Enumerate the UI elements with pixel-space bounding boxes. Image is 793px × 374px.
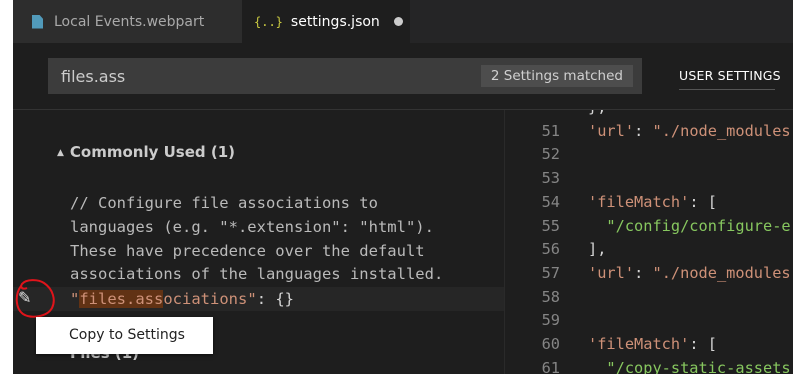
match-count-badge: 2 Settings matched xyxy=(480,65,633,87)
code-line: 60 'fileMatch': [ xyxy=(505,332,793,356)
user-settings-tab[interactable]: USER SETTINGS xyxy=(679,68,781,83)
tab-label: Local Events.webpart xyxy=(54,13,205,30)
setting-key-rest: ociations xyxy=(163,290,248,308)
code-line: 52 xyxy=(505,142,793,166)
description-line: These have precedence over the default xyxy=(70,241,425,260)
code-string: "/config/configure-e xyxy=(606,216,791,235)
setting-files-associations[interactable]: "files.associations": {} xyxy=(70,288,294,311)
context-menu-copy-to-settings[interactable]: Copy to Settings xyxy=(36,317,213,354)
search-box[interactable]: 2 Settings matched xyxy=(48,58,642,94)
code-key: 'fileMatch' xyxy=(588,192,690,211)
red-circle-annotation xyxy=(15,279,55,318)
code-punct xyxy=(588,359,606,374)
code-text: }, xyxy=(588,110,606,119)
code-punct: : xyxy=(634,263,653,282)
code-punct: : [ xyxy=(689,335,717,353)
quote: " xyxy=(70,290,80,308)
code-punct xyxy=(588,217,606,235)
code-punct: : [ xyxy=(689,192,717,211)
line-number: 52 xyxy=(541,145,560,164)
code-text: 'fileMatch': [ xyxy=(588,190,717,214)
line-number: 55 xyxy=(541,216,560,235)
code-line: 53 xyxy=(505,166,793,190)
line-number: 56 xyxy=(541,240,560,259)
line-number: 54 xyxy=(541,192,560,211)
setting-description: // Configure file associations to languag… xyxy=(70,192,490,287)
code-text: 'url': "./node_modules xyxy=(588,119,791,143)
code-string: "./node_modules xyxy=(652,121,791,140)
tab-bar: Local Events.webpart {..} settings.json xyxy=(13,0,793,43)
line-number: 61 xyxy=(541,358,560,374)
menu-item-label: Copy to Settings xyxy=(69,327,185,343)
json-braces-icon: {..} xyxy=(254,14,283,29)
line-number: 59 xyxy=(541,311,560,330)
code-string: "./node_modules xyxy=(652,263,791,282)
tab-settings-json[interactable]: {..} settings.json xyxy=(242,0,410,43)
line-number: 53 xyxy=(541,169,560,188)
code-key: 'url' xyxy=(588,263,635,282)
code-line: 51 'url': "./node_modules xyxy=(505,119,793,143)
code-text: 'fileMatch': [ xyxy=(588,332,717,356)
code-line: 55 "/config/configure-e xyxy=(505,214,793,238)
tab-label: settings.json xyxy=(290,13,380,30)
description-line: languages (e.g. "*.extension": "html"). xyxy=(70,217,434,236)
code-text: "/config/configure-e xyxy=(588,214,791,238)
user-settings-editor[interactable]: }, 51 'url': "./node_modules 52 53 54 'fileMat… xyxy=(504,110,793,374)
user-settings-underline xyxy=(679,89,775,90)
code-string: "/copy-static-assets xyxy=(606,358,791,374)
quote: " xyxy=(247,290,257,308)
code-line: 61 "/copy-static-assets xyxy=(505,356,793,374)
setting-value: : {} xyxy=(256,290,295,308)
group-header-commonly-used[interactable]: ▲ Commonly Used (1) xyxy=(57,143,235,161)
code-line: 57 'url': "./node_modules xyxy=(505,261,793,285)
code-punct: : xyxy=(634,121,653,140)
code-line: }, xyxy=(505,110,793,119)
code-key: 'fileMatch' xyxy=(588,335,690,353)
code-text: ], xyxy=(588,237,606,261)
code-key: 'url' xyxy=(588,121,635,140)
description-line: associations of the languages installed. xyxy=(70,265,444,284)
code-punct: ], xyxy=(588,240,607,259)
file-icon xyxy=(32,14,43,29)
code-text: 'url': "./node_modules xyxy=(588,261,791,285)
code-line: 54 'fileMatch': [ xyxy=(505,190,793,214)
code-line: 58 xyxy=(505,285,793,309)
line-number: 57 xyxy=(541,263,560,282)
settings-search-row: 2 Settings matched USER SETTINGS xyxy=(13,43,793,110)
code-text: "/copy-static-assets xyxy=(588,356,791,374)
line-number: 51 xyxy=(541,121,560,140)
description-line: // Configure file associations to xyxy=(70,194,378,212)
code-key: }, xyxy=(588,110,606,116)
tab-local-events-webpart[interactable]: Local Events.webpart xyxy=(13,0,242,43)
group-title: Commonly Used (1) xyxy=(69,143,236,161)
code-line: 56], xyxy=(505,237,793,261)
code-line: 59 xyxy=(505,308,793,332)
unsaved-dot-icon[interactable] xyxy=(393,17,403,26)
vscode-window: Local Events.webpart {..} settings.json … xyxy=(13,0,793,374)
line-number: 58 xyxy=(541,287,560,306)
collapse-triangle-icon: ▲ xyxy=(57,148,64,158)
search-match-highlight: files.ass xyxy=(79,290,164,308)
line-number: 60 xyxy=(541,335,560,353)
search-input[interactable] xyxy=(48,58,481,94)
